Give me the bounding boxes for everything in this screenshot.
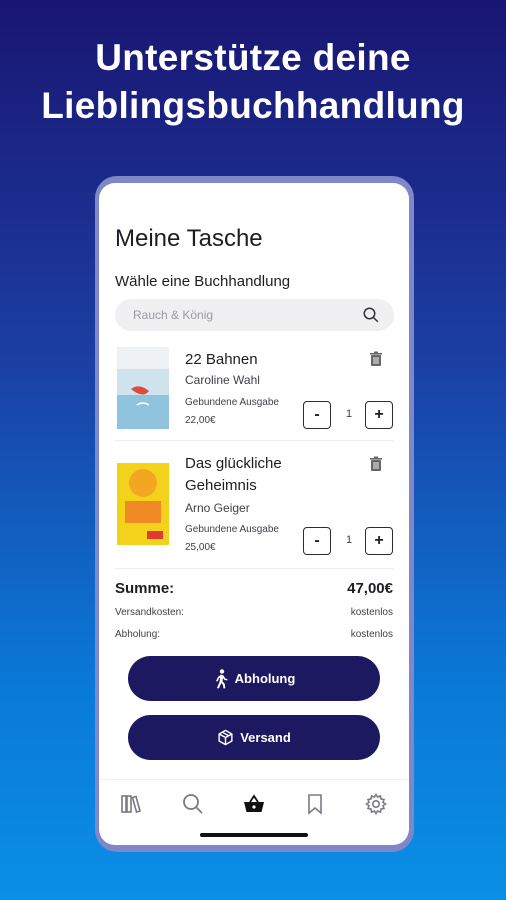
book-price: 22,00€: [185, 415, 216, 426]
book-cover[interactable]: [117, 463, 169, 545]
search-icon[interactable]: [362, 306, 380, 324]
book-format: Gebundene Ausgabe: [185, 397, 279, 408]
walking-person-icon: [215, 668, 228, 688]
shipping-cost-value: kostenlos: [350, 607, 393, 618]
book-price: 25,00€: [185, 542, 216, 553]
headline-line-1: Unterstütze deine: [95, 37, 411, 78]
book-author: Caroline Wahl: [185, 373, 260, 387]
pickup-cost-value: kostenlos: [350, 629, 393, 640]
book-author: Arno Geiger: [185, 501, 250, 515]
shipping-cost-label: Versandkosten:: [115, 607, 184, 618]
package-icon: [218, 729, 233, 746]
pickup-cost-label: Abholung:: [115, 629, 161, 640]
quantity-value: 1: [345, 408, 353, 420]
store-search-input[interactable]: Rauch & König: [115, 299, 394, 331]
search-icon[interactable]: [181, 792, 205, 816]
bookmark-icon[interactable]: [303, 792, 327, 816]
book-title: Das glückliche Geheimnis: [185, 455, 282, 494]
home-indicator: [200, 833, 308, 837]
book-format: Gebundene Ausgabe: [185, 524, 279, 535]
quantity-value: 1: [345, 534, 353, 546]
divider: [115, 568, 393, 569]
shipping-button-label: Versand: [240, 730, 291, 745]
app-screen: Meine Tasche Wähle eine Buchhandlung Rau…: [99, 183, 409, 845]
book-title: 22 Bahnen: [185, 351, 258, 368]
page-title: Meine Tasche: [115, 225, 263, 252]
book-cover[interactable]: [117, 347, 169, 429]
pickup-button[interactable]: Abholung: [128, 656, 380, 701]
store-prompt: Wähle eine Buchhandlung: [115, 273, 291, 290]
basket-icon[interactable]: [242, 792, 266, 816]
gear-icon[interactable]: [364, 792, 388, 816]
pickup-button-label: Abholung: [234, 671, 296, 686]
increase-quantity-button[interactable]: +: [365, 401, 393, 429]
divider: [115, 440, 393, 441]
library-icon[interactable]: [119, 792, 143, 816]
sum-label: Summe:: [115, 580, 175, 597]
decrease-quantity-button[interactable]: -: [303, 527, 331, 555]
increase-quantity-button[interactable]: +: [365, 527, 393, 555]
headline-line-2: Lieblingsbuchhandlung: [41, 85, 465, 126]
shipping-button[interactable]: Versand: [128, 715, 380, 760]
bottom-tab-bar: [99, 779, 409, 829]
sum-value: 47,00€: [347, 580, 393, 597]
search-placeholder: Rauch & König: [133, 308, 214, 322]
trash-icon[interactable]: [369, 456, 383, 472]
decrease-quantity-button[interactable]: -: [303, 401, 331, 429]
trash-icon[interactable]: [369, 351, 383, 367]
promo-headline: Unterstütze deine Lieblingsbuchhandlung: [0, 34, 506, 130]
